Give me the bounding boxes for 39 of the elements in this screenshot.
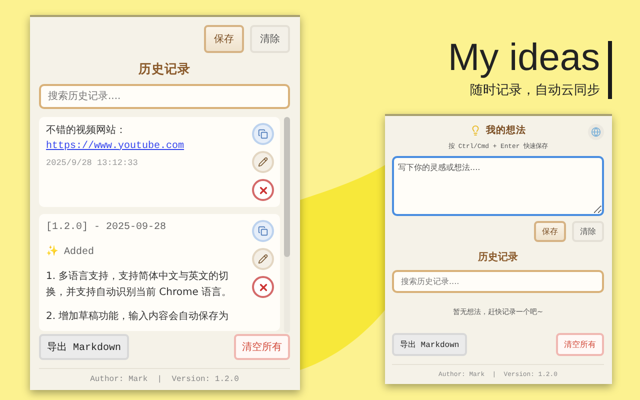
- note-text: 2. 增加草稿功能，输入内容会自动保存为: [46, 310, 230, 324]
- clear-all-button[interactable]: 清空所有: [234, 334, 290, 360]
- note-text: 1. 多语言支持，支持简体中文与英文的切换，并支持自动识别当前 Chrome 语言。: [46, 270, 233, 300]
- save-button[interactable]: 保存: [534, 221, 566, 242]
- note-text: [1.2.0] - 2025-09-28: [46, 220, 168, 235]
- search-field[interactable]: 搜索历史记录....: [39, 84, 290, 109]
- scrollbar[interactable]: [284, 117, 290, 333]
- save-button[interactable]: 保存: [204, 25, 244, 53]
- edit-button[interactable]: [252, 151, 274, 173]
- author-text: Author: Mark | Version: 1.2.0: [39, 368, 290, 390]
- note-text: ✨ Added: [46, 244, 96, 260]
- link[interactable]: https://www.youtube.com: [46, 138, 246, 154]
- pencil-icon: [258, 254, 268, 264]
- export-button[interactable]: 导出 Markdown: [39, 334, 130, 360]
- export-button[interactable]: 导出 Markdown: [392, 333, 468, 356]
- close-icon: [258, 184, 268, 196]
- copy-button[interactable]: [252, 123, 274, 145]
- edit-button[interactable]: [252, 248, 274, 270]
- copy-button[interactable]: [252, 220, 274, 242]
- note-date: 2025/9/28 13:12:33: [46, 157, 139, 170]
- hero-subtitle: 随时记录，自动云同步: [470, 82, 600, 99]
- idea-input[interactable]: 写下你的灵感或想法....: [392, 156, 604, 216]
- section-heading: 历史记录: [477, 250, 519, 264]
- copy-icon: [258, 129, 268, 139]
- clear-all-button[interactable]: 清空所有: [556, 333, 604, 356]
- delete-button[interactable]: [252, 179, 274, 201]
- clear-button[interactable]: 清除: [572, 221, 604, 242]
- accent-bar: [608, 41, 612, 99]
- copy-icon: [258, 226, 268, 236]
- pencil-icon: [258, 157, 268, 167]
- panel-title: 我的想法: [486, 124, 526, 137]
- close-icon: [258, 282, 268, 292]
- note-text: 不错的视频网站：: [46, 124, 127, 138]
- search-field[interactable]: 搜索历史记录....: [392, 270, 604, 293]
- clear-button[interactable]: 清除: [250, 25, 290, 53]
- delete-button[interactable]: [252, 276, 274, 298]
- section-heading: 历史记录: [138, 61, 192, 78]
- lightbulb-icon: [470, 125, 481, 136]
- hero-title: My ideas: [448, 36, 600, 81]
